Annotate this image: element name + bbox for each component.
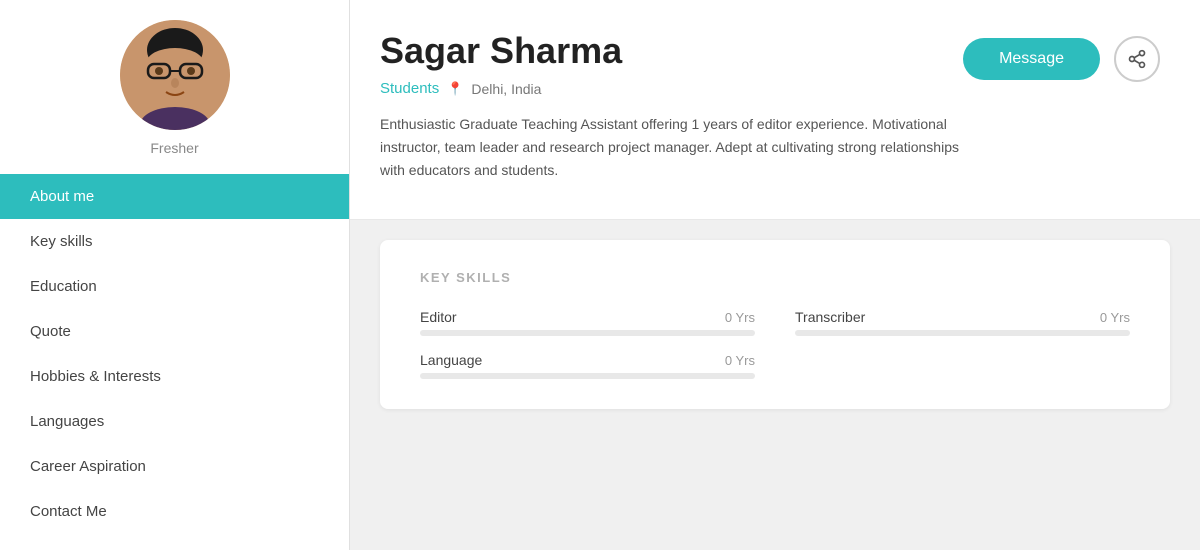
nav-link-about-me[interactable]: About me	[0, 174, 349, 219]
skill-bar-bg-editor	[420, 330, 755, 336]
sidebar: Fresher About me Key skills Education Qu…	[0, 0, 350, 550]
skill-item-transcriber: Transcriber 0 Yrs	[795, 309, 1130, 336]
nav-item-languages[interactable]: Languages	[0, 399, 349, 444]
skill-name-editor: Editor	[420, 309, 457, 325]
skill-item-editor: Editor 0 Yrs	[420, 309, 755, 336]
nav-link-hobbies[interactable]: Hobbies & Interests	[0, 354, 349, 399]
skill-years-language: 0 Yrs	[725, 353, 755, 368]
profile-name: Sagar Sharma	[380, 30, 963, 72]
skills-grid: Editor 0 Yrs Transcriber 0 Yrs	[420, 309, 1130, 379]
skills-section: KEY SKILLS Editor 0 Yrs Transcriber 0 Yr…	[380, 240, 1170, 409]
skill-label-row-editor: Editor 0 Yrs	[420, 309, 755, 325]
skill-name-transcriber: Transcriber	[795, 309, 865, 325]
skill-label-row-transcriber: Transcriber 0 Yrs	[795, 309, 1130, 325]
nav-link-languages[interactable]: Languages	[0, 399, 349, 444]
share-icon	[1127, 49, 1147, 69]
nav-link-education[interactable]: Education	[0, 264, 349, 309]
message-button[interactable]: Message	[963, 38, 1100, 80]
nav-item-contact-me[interactable]: Contact Me	[0, 489, 349, 534]
skill-name-language: Language	[420, 352, 482, 368]
skill-years-transcriber: 0 Yrs	[1100, 310, 1130, 325]
profile-role: Students	[380, 80, 439, 97]
nav-item-career-aspiration[interactable]: Career Aspiration	[0, 444, 349, 489]
share-button[interactable]	[1114, 36, 1160, 82]
skill-item-language: Language 0 Yrs	[420, 352, 755, 379]
nav-link-career-aspiration[interactable]: Career Aspiration	[0, 444, 349, 489]
nav-item-quote[interactable]: Quote	[0, 309, 349, 354]
nav-link-contact-me[interactable]: Contact Me	[0, 489, 349, 534]
location-icon: 📍	[447, 81, 463, 97]
nav-item-about-me[interactable]: About me	[0, 174, 349, 219]
profile-location: Delhi, India	[471, 81, 541, 97]
main-content: Sagar Sharma Students 📍 Delhi, India Ent…	[350, 0, 1200, 550]
nav-item-hobbies[interactable]: Hobbies & Interests	[0, 354, 349, 399]
skill-bar-bg-transcriber	[795, 330, 1130, 336]
fresher-label: Fresher	[150, 140, 198, 156]
skill-bar-bg-language	[420, 373, 755, 379]
nav-menu: About me Key skills Education Quote Hobb…	[0, 174, 349, 534]
profile-meta: Students 📍 Delhi, India	[380, 80, 963, 97]
profile-bio: Enthusiastic Graduate Teaching Assistant…	[380, 113, 963, 182]
avatar	[120, 20, 230, 130]
profile-header: Sagar Sharma Students 📍 Delhi, India Ent…	[350, 0, 1200, 220]
nav-item-key-skills[interactable]: Key skills	[0, 219, 349, 264]
nav-item-education[interactable]: Education	[0, 264, 349, 309]
nav-link-key-skills[interactable]: Key skills	[0, 219, 349, 264]
skill-years-editor: 0 Yrs	[725, 310, 755, 325]
skill-label-row-language: Language 0 Yrs	[420, 352, 755, 368]
profile-actions: Message	[963, 30, 1160, 82]
skills-section-title: KEY SKILLS	[420, 270, 1130, 285]
profile-info: Sagar Sharma Students 📍 Delhi, India Ent…	[380, 30, 963, 182]
nav-link-quote[interactable]: Quote	[0, 309, 349, 354]
